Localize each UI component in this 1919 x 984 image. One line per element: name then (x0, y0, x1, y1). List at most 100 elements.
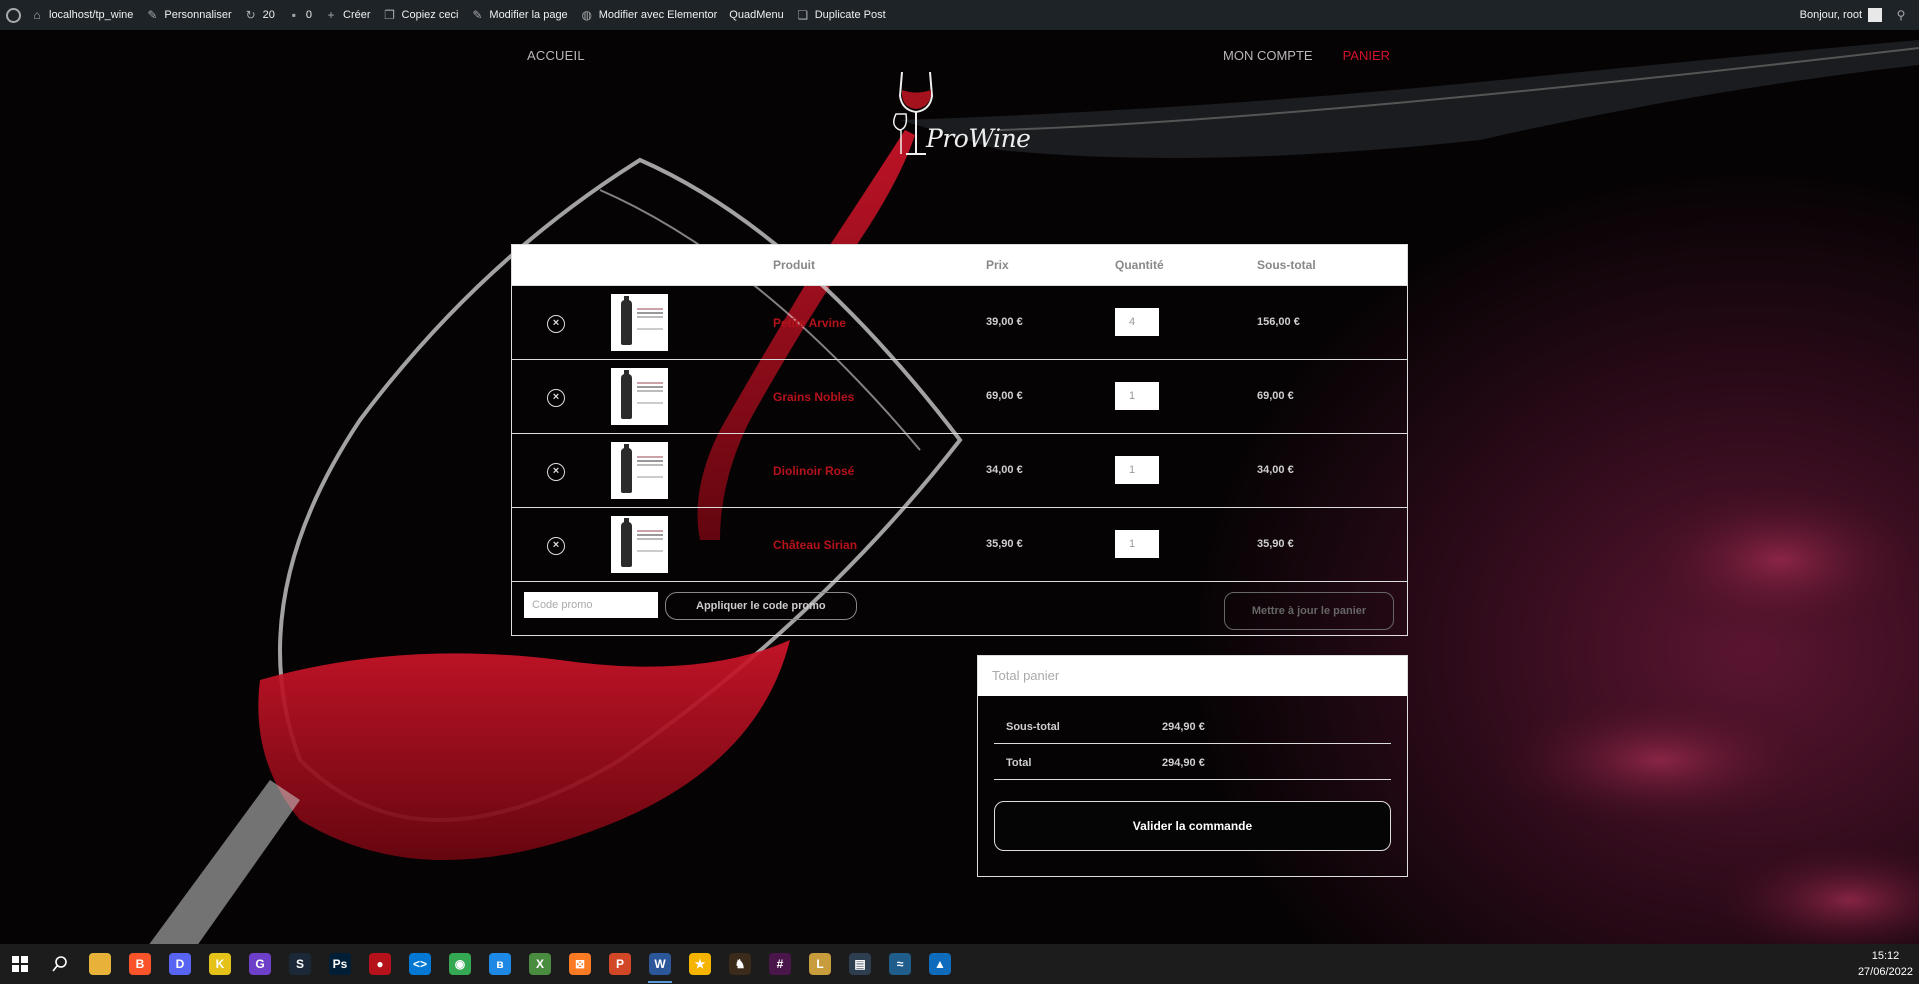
admin-copy-link[interactable]: ❐ Copiez ceci (377, 0, 465, 30)
product-name-link[interactable]: Grains Nobles (773, 390, 854, 404)
file-explorer-icon (89, 953, 111, 975)
admin-edit-page-link[interactable]: ✎ Modifier la page (464, 0, 573, 30)
site-logo[interactable]: ProWine (888, 68, 1031, 168)
taskbar-app[interactable]: B (120, 944, 160, 984)
clock-time: 15:12 (1871, 950, 1900, 962)
admin-greeting: Bonjour, root (1799, 9, 1862, 21)
admin-duplicate-label: Duplicate Post (814, 9, 886, 21)
remove-item-icon[interactable]: × (547, 315, 565, 333)
admin-comments-count: 0 (305, 9, 313, 21)
taskbar-app[interactable]: S (280, 944, 320, 984)
cart-table: Produit Prix Quantité Sous-total × Petit… (511, 244, 1408, 636)
quantity-input[interactable] (1115, 382, 1159, 410)
chrome-icon: ◉ (449, 953, 471, 975)
home-icon: ⌂ (33, 8, 41, 22)
product-thumbnail[interactable] (611, 294, 668, 351)
taskbar-app[interactable]: D (160, 944, 200, 984)
product-thumbnail[interactable] (611, 368, 668, 425)
taskbar-app[interactable]: ⊠ (560, 944, 600, 984)
wordpress-logo-icon[interactable] (2, 0, 24, 30)
admin-customize-label: Personnaliser (164, 9, 232, 21)
table-row: × Petite Arvine 39,00 € 156,00 € (512, 285, 1407, 359)
admin-copy-label: Copiez ceci (401, 9, 459, 21)
remove-item-icon[interactable]: × (547, 389, 565, 407)
total-value: 294,90 € (1162, 757, 1205, 769)
product-price: 34,00 € (986, 464, 1023, 476)
taskbar-search-button[interactable] (40, 944, 80, 984)
quantity-input[interactable] (1115, 308, 1159, 336)
quantity-input[interactable] (1115, 456, 1159, 484)
search-icon: ⚲ (1896, 8, 1906, 22)
nav-account-link[interactable]: MON COMPTE (1223, 48, 1313, 63)
admin-customize-link[interactable]: ✎ Personnaliser (139, 0, 237, 30)
taskbar-app[interactable]: ▲ (920, 944, 960, 984)
coupon-input[interactable] (524, 592, 658, 618)
product-price: 35,90 € (986, 538, 1023, 550)
product-thumbnail[interactable] (611, 516, 668, 573)
start-button[interactable] (0, 944, 40, 984)
taskbar-app[interactable]: ʙ (480, 944, 520, 984)
admin-quadmenu-link[interactable]: QuadMenu (723, 0, 789, 30)
subtotal-value: 294,90 € (1162, 721, 1205, 733)
quantity-input[interactable] (1115, 530, 1159, 558)
admin-site-label: localhost/tp_wine (49, 9, 134, 21)
taskbar-app[interactable]: ● (360, 944, 400, 984)
taskbar-app[interactable]: ▤ (840, 944, 880, 984)
nav-cart-link[interactable]: PANIER (1343, 48, 1390, 63)
taskbar-app[interactable]: ★ (680, 944, 720, 984)
bluetooth-icon: ʙ (489, 953, 511, 975)
table-row: × Grains Nobles 69,00 € 69,00 € (512, 359, 1407, 433)
copy-icon: ❐ (384, 8, 395, 22)
taskbar-app[interactable]: P (600, 944, 640, 984)
admin-duplicate-link[interactable]: ❏ Duplicate Post (790, 0, 892, 30)
taskbar-app[interactable]: L (800, 944, 840, 984)
admin-comments-link[interactable]: ▪ 0 (281, 0, 318, 30)
taskbar-app[interactable]: ♞ (720, 944, 760, 984)
slack-icon: # (769, 953, 791, 975)
product-subtotal: 35,90 € (1257, 538, 1294, 550)
comment-icon: ▪ (291, 8, 297, 22)
duplicate-icon: ❏ (797, 8, 809, 22)
remove-item-icon[interactable]: × (547, 537, 565, 555)
taskbar-app[interactable]: W (640, 944, 680, 984)
product-thumbnail[interactable] (611, 442, 668, 499)
updates-icon: ↻ (245, 8, 256, 22)
admin-search-button[interactable]: ⚲ (1888, 0, 1919, 30)
cart-table-header: Produit Prix Quantité Sous-total (512, 245, 1407, 285)
taskbar-app[interactable]: G (240, 944, 280, 984)
admin-new-link[interactable]: + Créer (318, 0, 377, 30)
checkout-button[interactable]: Valider la commande (994, 801, 1391, 851)
admin-updates-link[interactable]: ↻ 20 (238, 0, 281, 30)
remove-item-icon[interactable]: × (547, 463, 565, 481)
product-name-link[interactable]: Diolinoir Rosé (773, 464, 854, 478)
windows-taskbar: B D K G S Ps ● <> ◉ ʙ X ⊠ P W ★ ♞ # L ▤ ≈ ▲ 15:12 27/06/2022 (0, 944, 1919, 984)
taskbar-app[interactable]: ≈ (880, 944, 920, 984)
taskbar-clock[interactable]: 15:12 27/06/2022 (1858, 948, 1913, 980)
product-subtotal: 34,00 € (1257, 464, 1294, 476)
brush-icon: ✎ (147, 8, 158, 22)
update-cart-button[interactable]: Mettre à jour le panier (1224, 592, 1394, 630)
product-name-link[interactable]: Château Sirian (773, 538, 857, 552)
word-icon: W (649, 953, 671, 975)
vscode-icon: <> (409, 953, 431, 975)
taskbar-app[interactable]: X (520, 944, 560, 984)
apply-coupon-button[interactable]: Appliquer le code promo (665, 592, 857, 620)
photos-icon: ▲ (929, 953, 951, 975)
nav-home-link[interactable]: ACCUEIL (527, 48, 585, 63)
product-subtotal: 156,00 € (1257, 316, 1300, 328)
product-name-link[interactable]: Petite Arvine (773, 316, 846, 330)
taskbar-app[interactable]: <> (400, 944, 440, 984)
col-quantity: Quantité (1115, 258, 1164, 272)
taskbar-app[interactable] (80, 944, 120, 984)
taskbar-app[interactable]: Ps (320, 944, 360, 984)
taskbar-app[interactable]: K (200, 944, 240, 984)
steam-icon: S (289, 953, 311, 975)
admin-edit-page-label: Modifier la page (489, 9, 568, 21)
taskbar-app[interactable]: ◉ (440, 944, 480, 984)
admin-updates-count: 20 (262, 9, 275, 21)
taskbar-app[interactable]: # (760, 944, 800, 984)
admin-elementor-link[interactable]: ◍ Modifier avec Elementor (574, 0, 724, 30)
logo-text: ProWine (926, 124, 1031, 153)
admin-site-link[interactable]: ⌂ localhost/tp_wine (24, 0, 139, 30)
admin-account-link[interactable]: Bonjour, root (1794, 0, 1888, 30)
